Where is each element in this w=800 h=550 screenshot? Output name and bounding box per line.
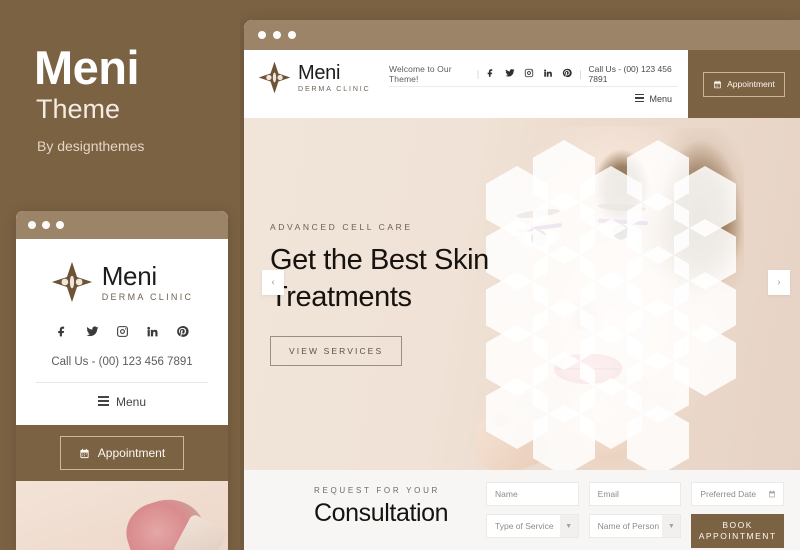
desktop-preview-window: Meni DERMA CLINIC Welcome to Our Theme! …: [244, 20, 800, 550]
consultation-section: REQUEST FOR YOUR Consultation Name Email…: [244, 470, 800, 550]
mobile-appointment-bar: Appointment: [16, 425, 228, 481]
hero-content: ADVANCED CELL CARE Get the Best Skin Tre…: [270, 222, 489, 367]
hero-title-line-1: Get the Best Skin: [270, 244, 489, 276]
pinterest-icon[interactable]: [562, 65, 572, 83]
hero-prev-arrow[interactable]: ‹: [262, 270, 284, 295]
consultation-kicker: REQUEST FOR YOUR: [314, 486, 441, 495]
desktop-appointment-button[interactable]: Appointment: [703, 71, 785, 97]
email-field-placeholder: Email: [597, 489, 619, 499]
facebook-icon[interactable]: [486, 65, 496, 83]
desktop-logo-text: Meni DERMA CLINIC: [298, 63, 371, 93]
hexagon-overlay: [476, 118, 800, 470]
name-field[interactable]: Name: [486, 482, 579, 506]
window-dot-red[interactable]: [258, 31, 266, 39]
logo-tagline: DERMA CLINIC: [298, 85, 371, 93]
separator: |: [476, 69, 480, 79]
logo-name: Meni: [101, 260, 157, 291]
name-of-person-select[interactable]: Name of Person ▼: [588, 514, 682, 538]
desktop-social-links: [486, 65, 572, 83]
pinterest-icon[interactable]: [176, 325, 189, 343]
desktop-window-chrome: [244, 20, 800, 50]
consultation-form: Name Email Preferred Date Type of Servic…: [486, 482, 784, 548]
separator-2: |: [579, 69, 582, 79]
calendar-icon[interactable]: [768, 490, 776, 498]
linkedin-icon[interactable]: [543, 65, 553, 83]
instagram-icon[interactable]: [116, 325, 129, 343]
logo-tagline: DERMA CLINIC: [101, 291, 194, 302]
window-dot-green[interactable]: [288, 31, 296, 39]
mobile-menu-label: Menu: [115, 395, 147, 409]
name-of-person-placeholder: Name of Person: [597, 521, 660, 531]
consultation-heading: REQUEST FOR YOUR Consultation: [314, 482, 474, 526]
mobile-logo[interactable]: Meni DERMA CLINIC: [16, 239, 228, 303]
mobile-appointment-label: Appointment: [97, 446, 166, 460]
window-dot-green[interactable]: [56, 221, 64, 229]
promo-byline: By designthemes: [37, 138, 145, 154]
desktop-menu-toggle[interactable]: Menu: [635, 94, 672, 104]
diamond-star-logo-icon: [258, 61, 291, 94]
hero-title-line-2: Treatments: [270, 281, 412, 314]
desktop-menu-label: Menu: [649, 94, 672, 104]
mobile-window-chrome: [16, 211, 228, 239]
desktop-top-bar: Welcome to Our Theme! | | Call Us - (00)…: [389, 64, 678, 84]
calendar-icon: [80, 448, 89, 458]
view-services-button[interactable]: VIEW SERVICES: [270, 336, 403, 367]
name-field-placeholder: Name: [495, 489, 518, 499]
facebook-icon[interactable]: [56, 325, 69, 343]
preferred-date-placeholder: Preferred Date: [700, 489, 757, 499]
twitter-icon[interactable]: [505, 65, 515, 83]
mobile-site-header: Meni DERMA CLINIC Call Us - (00) 123 456…: [16, 239, 228, 425]
mobile-appointment-button[interactable]: Appointment: [59, 436, 185, 470]
preferred-date-field[interactable]: Preferred Date: [691, 482, 784, 506]
hero-kicker: ADVANCED CELL CARE: [270, 222, 413, 232]
mobile-call-text[interactable]: Call Us - (00) 123 456 7891: [16, 356, 228, 368]
window-dot-red[interactable]: [28, 221, 36, 229]
email-field[interactable]: Email: [588, 482, 682, 506]
hamburger-icon: [635, 94, 645, 104]
desktop-call-text[interactable]: Call Us - (00) 123 456 7891: [589, 64, 678, 84]
promo-panel: Meni Theme By designthemes Meni DERMA CL…: [0, 0, 240, 550]
mobile-hero-strip: [16, 481, 228, 550]
promo-title: Meni: [34, 41, 140, 94]
hero-slider: ADVANCED CELL CARE Get the Best Skin Tre…: [244, 118, 800, 470]
consultation-title: Consultation: [314, 499, 449, 527]
book-appointment-label-1: BOOK: [722, 519, 753, 530]
diamond-star-logo-icon: [51, 261, 92, 303]
desktop-appointment-block: Appointment: [688, 50, 800, 118]
mobile-divider: [36, 382, 208, 383]
logo-name: Meni: [298, 61, 341, 84]
welcome-text: Welcome to Our Theme!: [389, 64, 452, 84]
twitter-icon[interactable]: [86, 325, 99, 343]
desktop-header-divider: [389, 86, 678, 87]
hero-image: [476, 118, 800, 470]
instagram-icon[interactable]: [524, 65, 534, 83]
window-dot-yellow[interactable]: [273, 31, 281, 39]
window-dot-yellow[interactable]: [42, 221, 50, 229]
type-of-service-placeholder: Type of Service: [495, 521, 554, 531]
book-appointment-button[interactable]: BOOK APPOINTMENT: [691, 514, 784, 548]
type-of-service-select[interactable]: Type of Service ▼: [486, 514, 579, 538]
hero-title: Get the Best Skin Treatments: [270, 242, 489, 316]
hamburger-icon: [97, 396, 109, 408]
screenshot-root: Meni Theme By designthemes Meni DERMA CL…: [0, 0, 800, 550]
mobile-preview-window: Meni DERMA CLINIC Call Us - (00) 123 456…: [16, 211, 228, 550]
chevron-down-icon[interactable]: ▼: [662, 515, 681, 537]
mobile-menu-toggle[interactable]: Menu: [16, 395, 228, 409]
promo-subtitle: Theme: [36, 94, 121, 124]
chevron-down-icon[interactable]: ▼: [559, 515, 578, 537]
mobile-social-links: [16, 325, 228, 343]
hero-next-arrow[interactable]: ›: [768, 270, 790, 295]
book-appointment-label-2: APPOINTMENT: [698, 531, 777, 541]
desktop-logo[interactable]: Meni DERMA CLINIC: [258, 61, 371, 94]
linkedin-icon[interactable]: [146, 325, 159, 343]
mobile-logo-text: Meni DERMA CLINIC: [102, 263, 194, 302]
calendar-icon: [714, 80, 721, 88]
desktop-appointment-label: Appointment: [727, 79, 775, 89]
